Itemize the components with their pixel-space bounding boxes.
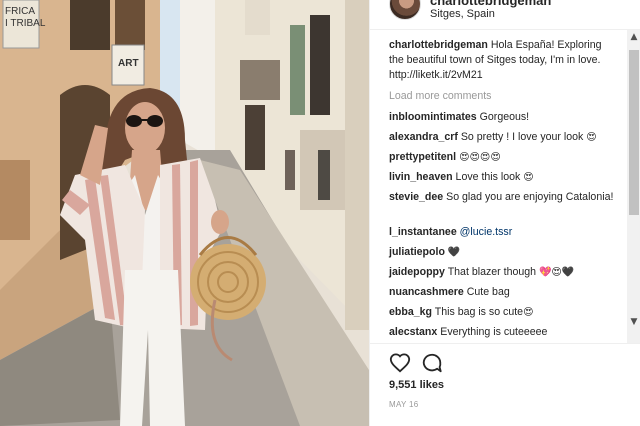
sign-left-text: FRICA I TRIBAL (5, 6, 46, 29)
comment-item: ebba_kg This bag is so cute😍 (389, 305, 628, 325)
post-photo[interactable]: FRICA I TRIBAL ART (0, 0, 369, 426)
speech-bubble-icon[interactable] (421, 352, 443, 374)
comment-text: Everything is cuteeeee (440, 326, 548, 338)
comment-username[interactable]: ebba_kg (389, 306, 432, 318)
post-caption: charlottebridgeman Hola España! Explorin… (389, 38, 614, 83)
comment-text: Love this look (455, 171, 521, 183)
chevron-up-icon[interactable]: ▲ (627, 32, 640, 44)
comment-item: inbloomintimates Gorgeous! (389, 110, 628, 130)
post-date: MAY 16 (389, 400, 419, 409)
comment-username[interactable]: l_instantanee (389, 226, 457, 238)
load-more-comments-button[interactable]: Load more comments (389, 89, 628, 104)
heart-icon[interactable] (389, 352, 411, 374)
comment-item: livin_heaven Love this look 😍 (389, 170, 628, 190)
comment-text: So pretty ! I love your look (460, 131, 584, 143)
comment-username[interactable]: livin_heaven (389, 171, 453, 183)
avatar[interactable] (389, 0, 421, 20)
comment-username[interactable]: jaidepoppy (389, 266, 445, 278)
header-username[interactable]: charlottebridgeman (430, 0, 551, 8)
comment-username[interactable]: prettypetitenl (389, 151, 456, 163)
location-link[interactable]: Sitges, Spain (430, 8, 495, 20)
emoji: 😍 (523, 172, 534, 183)
emoji: 🖤 (447, 247, 461, 258)
comment-item: juliatiepolo 🖤 (389, 245, 628, 265)
comment-item: l_instantanee @lucie.tssr (389, 225, 628, 245)
chevron-down-icon[interactable]: ▼ (627, 317, 640, 329)
emoji: 💖😍🖤 (538, 267, 575, 278)
comment-item: jaidepoppy That blazer though 💖😍🖤 (389, 265, 628, 285)
comment-item: alexandra_crf So pretty ! I love your lo… (389, 130, 628, 150)
comment-username[interactable]: juliatiepolo (389, 246, 445, 258)
street-scene-illustration (0, 0, 369, 426)
comment-text: This bag is so cute (434, 306, 524, 318)
comment-username[interactable]: inbloomintimates (389, 111, 477, 123)
comment-username[interactable]: alexandra_crf (389, 131, 458, 143)
comment-text: Gorgeous! (479, 111, 530, 123)
comment-text: So glad you are enjoying Catalonia! (446, 191, 614, 203)
comment-item: alecstanx Everything is cuteeeee (389, 325, 628, 343)
comments-scrollbar[interactable]: ▲ ▼ (627, 30, 640, 343)
emoji: 😍 (586, 132, 597, 143)
comment-text: Cute bag (466, 286, 510, 298)
post-header: charlottebridgeman Sitges, Spain (370, 0, 640, 30)
emoji: 😍😍😍😍 (459, 152, 501, 163)
comment-username[interactable]: alecstanx (389, 326, 437, 338)
emoji: 😍 (523, 307, 534, 318)
comment-username[interactable]: nuancashmere (389, 286, 464, 298)
scrollbar-thumb[interactable] (629, 50, 639, 215)
post-actions: 9,551 likes MAY 16 (370, 343, 640, 426)
comment-username[interactable]: stevie_dee (389, 191, 443, 203)
comment-item: nuancashmere Cute bag (389, 285, 628, 305)
comment-item: stevie_dee So glad you are enjoying Cata… (389, 190, 614, 225)
post-side-panel: charlottebridgeman Sitges, Spain charlot… (369, 0, 640, 426)
comments-list[interactable]: charlottebridgeman Hola España! Explorin… (370, 38, 628, 343)
comment-item: prettypetitenl 😍😍😍😍 (389, 150, 628, 170)
caption-username[interactable]: charlottebridgeman (389, 39, 488, 51)
likes-count[interactable]: 9,551 likes (389, 379, 444, 391)
mention-link[interactable]: @lucie.tssr (460, 226, 513, 238)
sign-shop-text: ART (118, 58, 139, 69)
comment-text: That blazer though (447, 266, 537, 278)
